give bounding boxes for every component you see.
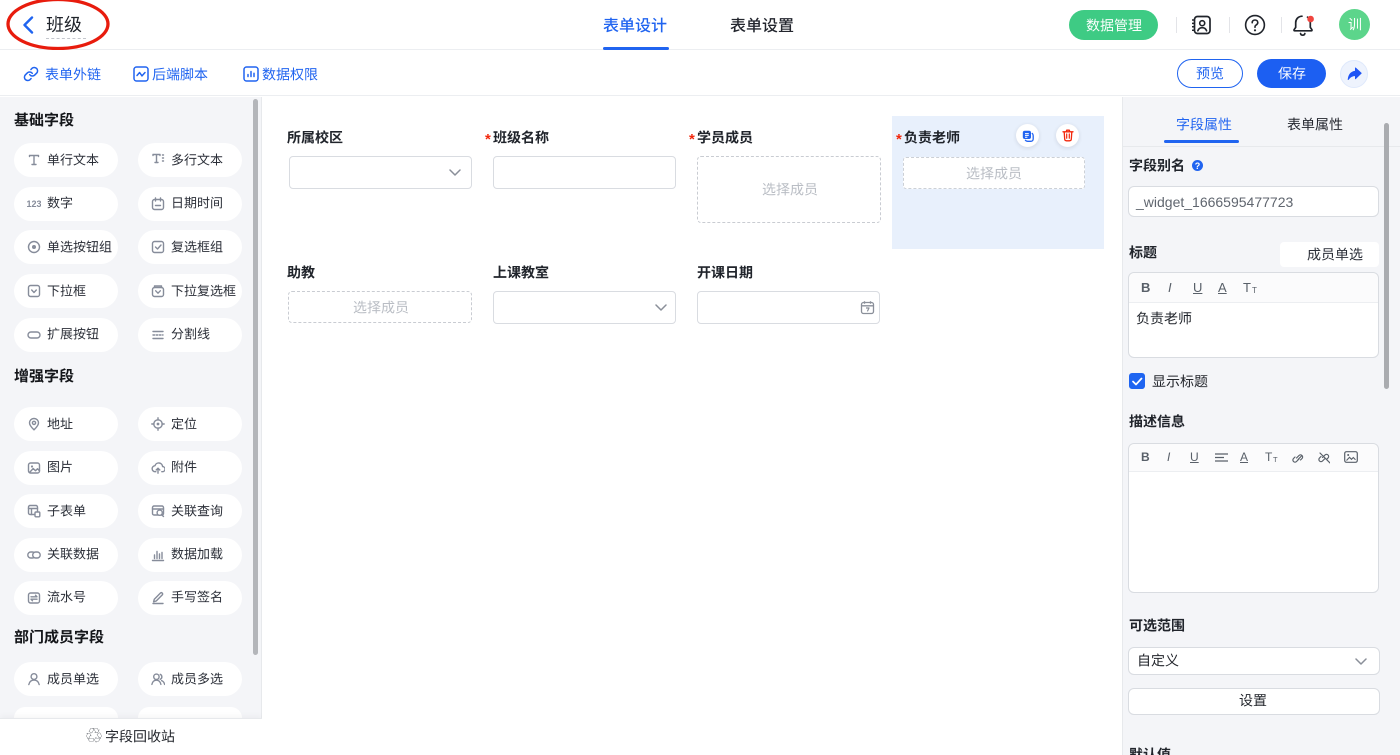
svg-text:123: 123 bbox=[27, 199, 41, 209]
